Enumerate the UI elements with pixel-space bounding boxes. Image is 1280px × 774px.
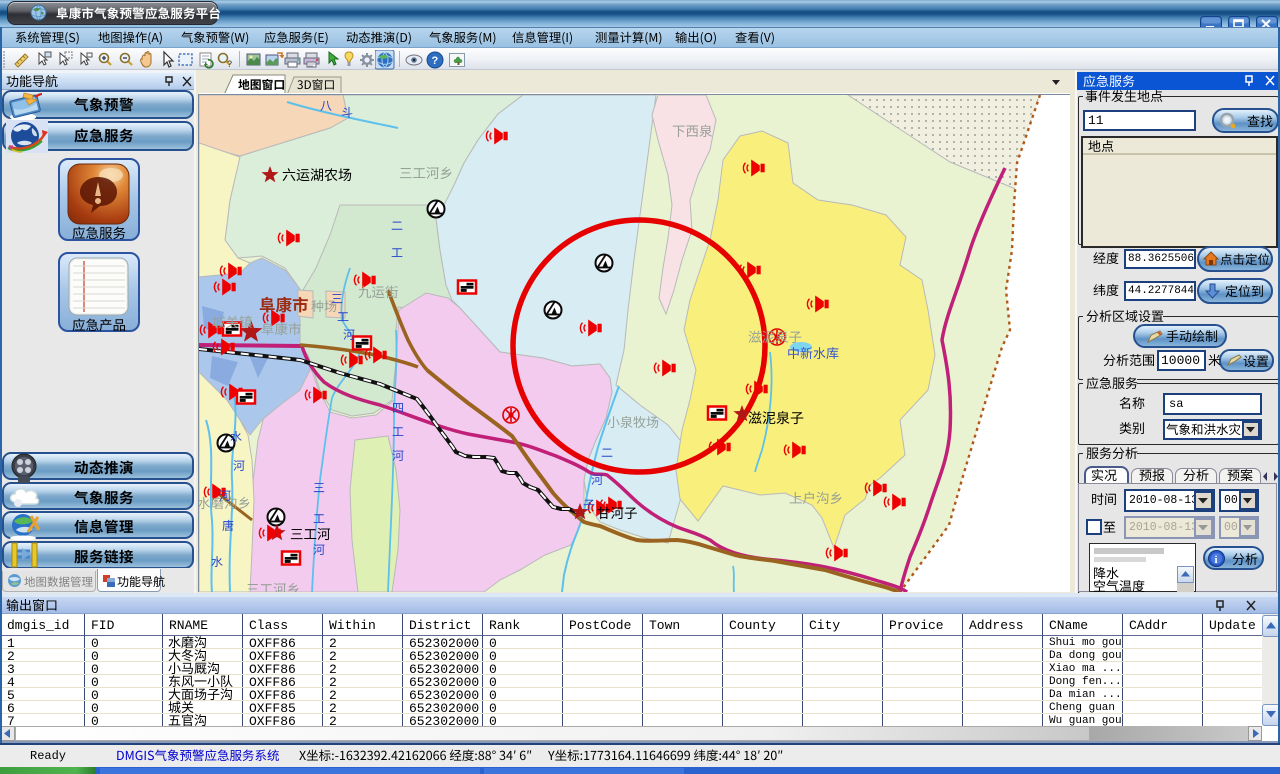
svg-text:i: i	[1215, 554, 1218, 566]
